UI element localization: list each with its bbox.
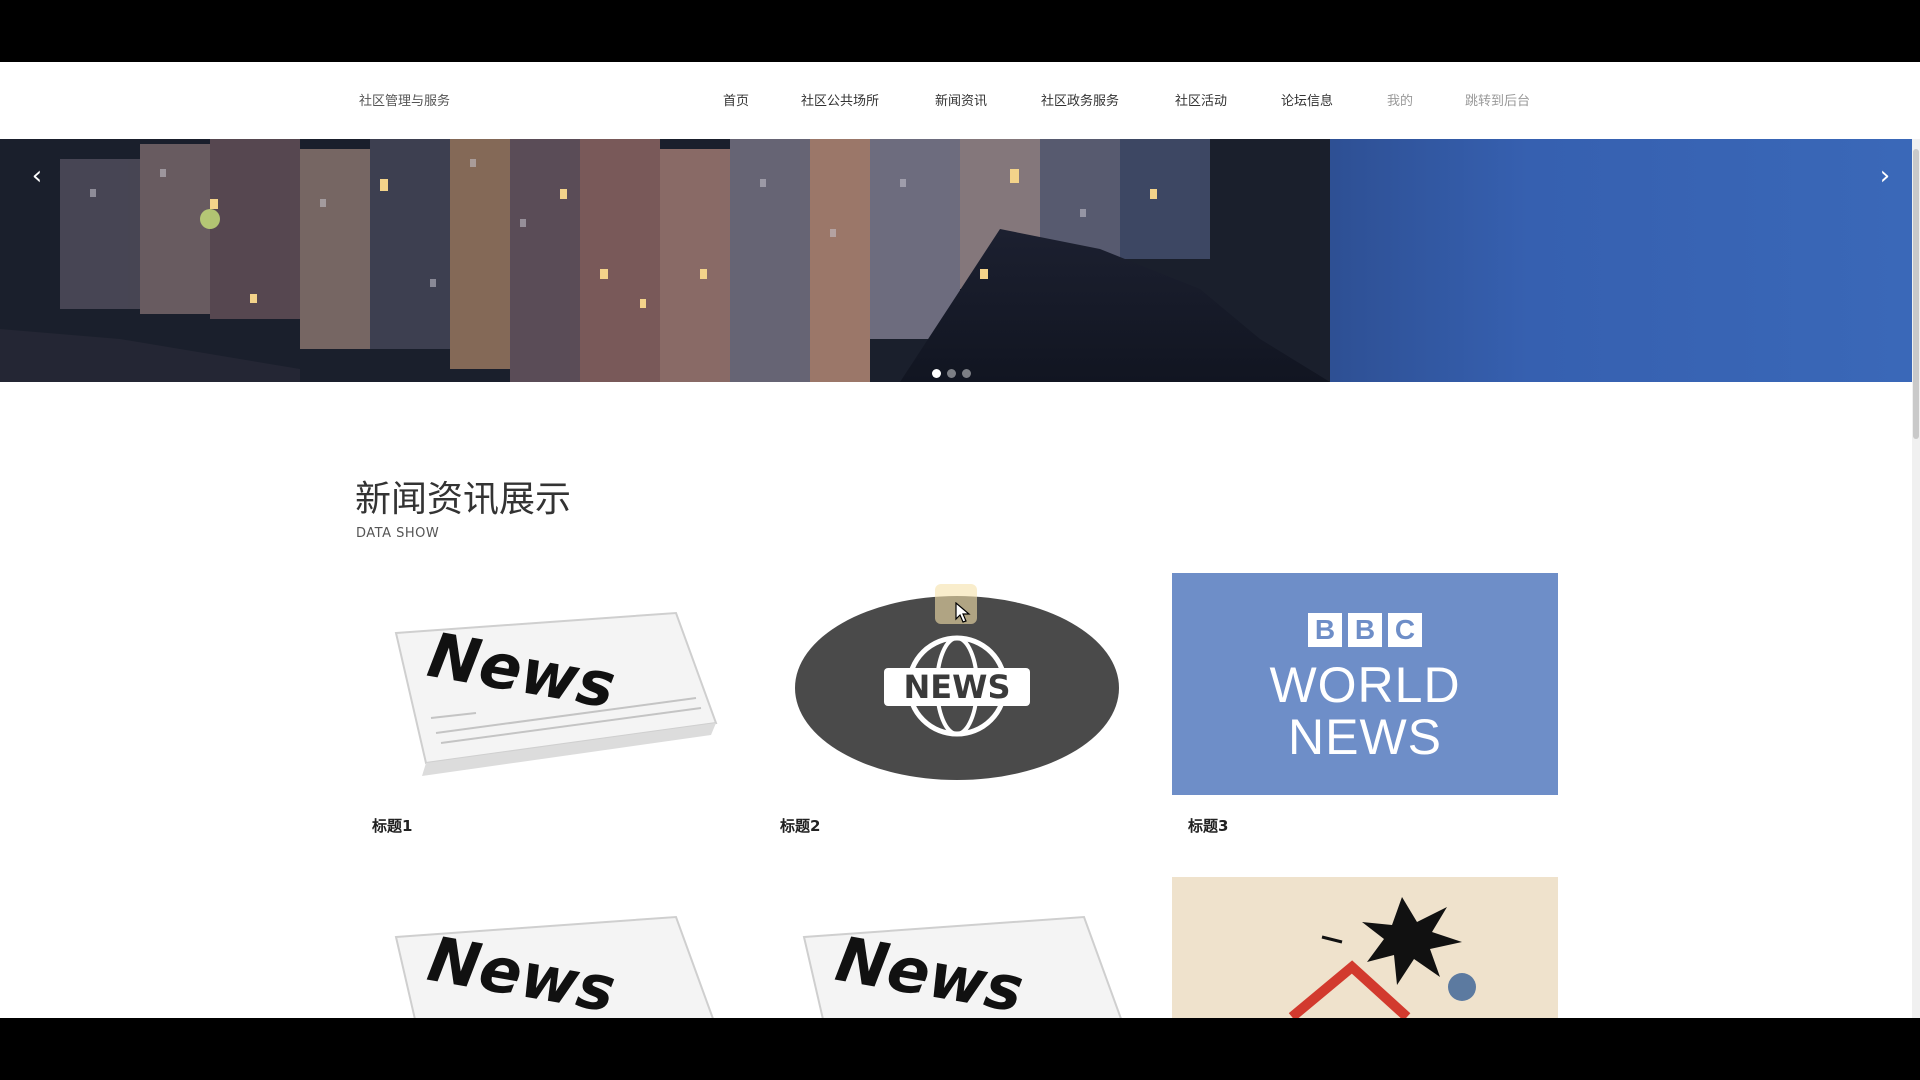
logo-block: B: [1308, 613, 1342, 647]
chevron-right-icon[interactable]: ›: [1870, 161, 1900, 191]
logo-block: B: [1348, 613, 1382, 647]
nav-public-places[interactable]: 社区公共场所: [801, 90, 879, 109]
scrollbar-thumb[interactable]: [1913, 149, 1919, 439]
newspaper-image: News: [802, 915, 1122, 1018]
section-title: 新闻资讯展示: [355, 479, 572, 520]
news-card-image[interactable]: [1172, 877, 1558, 1018]
carousel-dot[interactable]: [947, 369, 956, 378]
logo-block: C: [1388, 613, 1422, 647]
news-card-image[interactable]: News: [764, 877, 1150, 1018]
news-card[interactable]: [1172, 877, 1558, 1018]
news-card-image[interactable]: News: [356, 573, 742, 795]
news-card[interactable]: News: [764, 877, 1150, 1018]
carousel-dot[interactable]: [962, 369, 971, 378]
chevron-left-icon[interactable]: ‹: [22, 161, 52, 191]
newspaper-image: News: [394, 611, 718, 776]
nav-my-account[interactable]: 我的: [1387, 90, 1413, 109]
svg-text:NEWS: NEWS: [904, 668, 1011, 706]
news-card[interactable]: B B C WORLD NEWS 标题3: [1172, 573, 1558, 843]
news-card[interactable]: News 标题1: [356, 573, 742, 843]
banner-image: [0, 139, 1330, 382]
news-card-title[interactable]: 标题2: [780, 815, 820, 836]
site-brand[interactable]: 社区管理与服务: [359, 90, 450, 109]
banner-carousel: ‹ ›: [0, 139, 1912, 382]
carousel-dot[interactable]: [932, 369, 941, 378]
bbc-world-news-logo: B B C WORLD NEWS: [1172, 573, 1558, 795]
nav-home[interactable]: 首页: [723, 90, 749, 109]
nav-admin-backend[interactable]: 跳转到后台: [1465, 90, 1530, 109]
logo-line: NEWS: [1288, 709, 1442, 765]
nav-news[interactable]: 新闻资讯: [935, 90, 987, 109]
news-card-image[interactable]: News: [356, 877, 742, 1018]
nav-forum[interactable]: 论坛信息: [1281, 90, 1333, 109]
news-card-image[interactable]: B B C WORLD NEWS: [1172, 573, 1558, 795]
newspaper-image: News: [394, 915, 714, 1018]
logo-line: WORLD: [1269, 657, 1461, 713]
cartoon-explosion-image: [1172, 877, 1558, 1018]
news-card-title[interactable]: 标题1: [372, 815, 412, 836]
top-navigation: 社区管理与服务 首页 社区公共场所 新闻资讯 社区政务服务 社区活动 论坛信息 …: [0, 62, 1920, 139]
section-subtitle: DATA SHOW: [356, 526, 440, 541]
browser-viewport: 社区管理与服务 首页 社区公共场所 新闻资讯 社区政务服务 社区活动 论坛信息 …: [0, 62, 1920, 1018]
news-card-title[interactable]: 标题3: [1188, 815, 1228, 836]
nav-government-services[interactable]: 社区政务服务: [1041, 90, 1119, 109]
screen: 社区管理与服务 首页 社区公共场所 新闻资讯 社区政务服务 社区活动 论坛信息 …: [0, 0, 1920, 1080]
nav-community-activities[interactable]: 社区活动: [1175, 90, 1227, 109]
carousel-indicators: [932, 369, 971, 378]
news-card[interactable]: News: [356, 877, 742, 1018]
page-scrollbar[interactable]: [1912, 139, 1920, 1018]
mouse-pointer-icon: [955, 602, 971, 623]
